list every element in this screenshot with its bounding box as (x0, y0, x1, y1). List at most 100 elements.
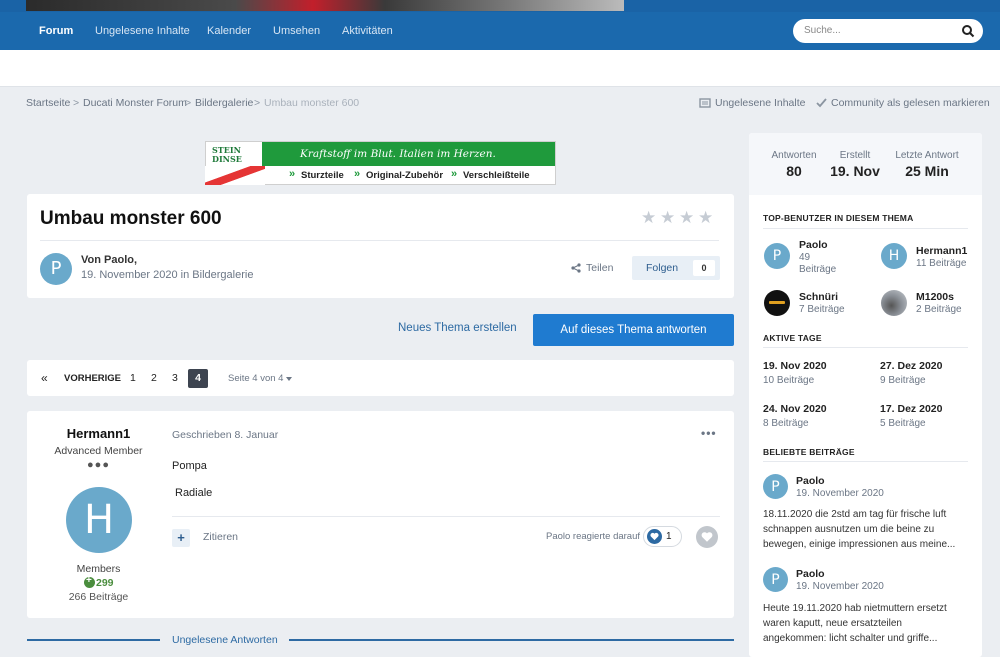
reply-button[interactable]: Auf dieses Thema antworten (533, 314, 734, 346)
thread-author[interactable]: Von Paolo, (81, 254, 137, 266)
post-date[interactable]: Geschrieben 8. Januar (172, 429, 278, 441)
ad-arrow-icon: » (451, 168, 458, 180)
avatar[interactable]: P (764, 243, 790, 269)
popular-post-excerpt[interactable]: waren kaputt, neue ersatzteilen (763, 616, 902, 632)
header-image (26, 0, 624, 11)
sub-header (0, 50, 1000, 87)
page-jump[interactable]: Seite 4 von 4 (228, 373, 283, 384)
post-menu-icon[interactable]: ••• (701, 426, 717, 440)
avatar[interactable] (881, 290, 907, 316)
rating-star-icon[interactable]: ★ (679, 208, 694, 228)
multiquote-button[interactable]: + (172, 529, 190, 547)
popular-post-author[interactable]: Paolo (796, 475, 825, 487)
pagination-page[interactable]: 2 (151, 372, 157, 384)
divider (27, 639, 160, 641)
new-thread-button[interactable]: Neues Thema erstellen (398, 322, 517, 334)
divider (763, 461, 968, 462)
active-day-date[interactable]: 24. Nov 2020 (763, 403, 827, 415)
share-button[interactable]: Teilen (586, 262, 613, 274)
rating-star-icon[interactable]: ★ (698, 208, 713, 228)
popular-post-author[interactable]: Paolo (796, 568, 825, 580)
stat-label: Erstellt (839, 150, 871, 161)
active-day-date[interactable]: 17. Dez 2020 (880, 403, 942, 415)
ad-arrow-icon: » (354, 168, 361, 180)
breadcrumb-home[interactable]: Startseite (26, 97, 70, 109)
ad-link-zubehoer[interactable]: Original-Zubehör (366, 170, 443, 181)
pagination-prev[interactable]: VORHERIGE (64, 373, 121, 384)
avatar[interactable]: H (66, 487, 132, 553)
popular-post-excerpt[interactable]: Heute 19.11.2020 hab nietmuttern ersetzt (763, 601, 947, 617)
popular-post-excerpt[interactable]: 18.11.2020 die 2std am tag für frische l… (763, 507, 946, 523)
breadcrumb-current: Umbau monster 600 (264, 97, 360, 109)
search-icon[interactable] (961, 24, 975, 38)
top-user-name[interactable]: M1200s (916, 291, 954, 303)
pagination-page[interactable]: 1 (130, 372, 136, 384)
avatar[interactable]: P (40, 253, 72, 285)
popular-post-excerpt[interactable]: bewegen, einige impressionen aus meine..… (763, 537, 955, 553)
unread-replies-link[interactable]: Ungelesene Antworten (172, 634, 278, 646)
nav-item-unread[interactable]: Ungelesene Inhalte (95, 12, 190, 50)
reputation[interactable]: 299 (96, 577, 114, 589)
nav-item-calendar[interactable]: Kalender (207, 12, 251, 50)
avatar-logo (769, 301, 785, 304)
post-author-group: Members (76, 563, 121, 575)
active-day-count: 5 Beiträge (880, 418, 926, 429)
stat-label: Letzte Antwort (895, 150, 959, 161)
nav-item-browse[interactable]: Umsehen (273, 12, 320, 50)
breadcrumb-gallery[interactable]: Bildergalerie (195, 97, 253, 109)
heart-icon (650, 532, 659, 541)
popular-post-date: 19. November 2020 (796, 581, 884, 592)
active-day-date[interactable]: 27. Dez 2020 (880, 360, 942, 372)
active-day-date[interactable]: 19. Nov 2020 (763, 360, 827, 372)
active-day-count: 9 Beiträge (880, 375, 926, 386)
rating-star-icon[interactable]: ★ (641, 208, 656, 228)
top-user-count-unit: Beiträge (799, 264, 837, 275)
pagination-page[interactable]: 3 (172, 372, 178, 384)
top-user-name[interactable]: Hermann1 (916, 245, 967, 257)
share-icon[interactable] (571, 263, 581, 273)
avatar[interactable]: H (881, 243, 907, 269)
breadcrumb-forum[interactable]: Ducati Monster Forum (83, 97, 187, 109)
reputation-plus-glyph: + (86, 575, 92, 586)
nav-item-forum[interactable]: Forum (39, 12, 73, 50)
ad-link-verschleiss[interactable]: Verschleißteile (463, 170, 530, 181)
divider (763, 347, 968, 348)
unread-icon (699, 98, 711, 108)
popular-post-excerpt[interactable]: angekommen: licht schalter und griffe... (763, 631, 937, 647)
top-user-count: 11 Beiträge (916, 258, 967, 269)
pagination-first[interactable]: « (41, 371, 48, 385)
active-day-count: 10 Beiträge (763, 375, 815, 386)
ad-link-sturzteile[interactable]: Sturzteile (301, 170, 344, 181)
rank-pips: ●●● (87, 459, 110, 471)
unread-link[interactable]: Ungelesene Inhalte (715, 97, 806, 109)
post-author-rank: Advanced Member (54, 445, 143, 457)
top-users-title: TOP-BENUTZER IN DIESEM THEMA (763, 213, 914, 223)
ad-arrow-icon: » (289, 168, 296, 180)
top-user-name[interactable]: Schnüri (799, 291, 838, 303)
ad-slogan: Kraftstoff im Blut. Italien im Herzen. (300, 148, 496, 160)
avatar[interactable]: P (763, 474, 788, 499)
popular-post-excerpt[interactable]: schnappen ausnutzen um die beine zu (763, 522, 934, 538)
search-placeholder: Suche... (804, 25, 841, 36)
avatar[interactable]: P (763, 567, 788, 592)
active-day-count: 8 Beiträge (763, 418, 809, 429)
top-user-count: 2 Beiträge (916, 304, 962, 315)
pagination-current[interactable]: 4 (188, 369, 208, 388)
mark-read-link[interactable]: Community als gelesen markieren (831, 97, 990, 109)
check-icon (816, 98, 827, 108)
rating-star-icon[interactable]: ★ (660, 208, 675, 228)
nav-item-activity[interactable]: Aktivitäten (342, 12, 393, 50)
divider (763, 228, 968, 229)
top-user-name[interactable]: Paolo (799, 239, 828, 251)
chevron-down-icon (286, 377, 292, 381)
stat-value: 25 Min (905, 163, 949, 179)
thread-date: 19. November 2020 in Bildergalerie (81, 269, 254, 281)
stat-value: 19. Nov (830, 163, 880, 179)
post-author[interactable]: Hermann1 (40, 426, 157, 441)
popular-posts-title: BELIEBTE BEITRÄGE (763, 447, 855, 457)
heart-icon (701, 532, 713, 542)
post-author-postcount: 266 Beiträge (68, 591, 129, 603)
reaction-summary[interactable]: Paolo reagierte darauf (546, 531, 640, 542)
follow-count: 0 (693, 260, 715, 276)
quote-button[interactable]: Zitieren (203, 531, 238, 543)
